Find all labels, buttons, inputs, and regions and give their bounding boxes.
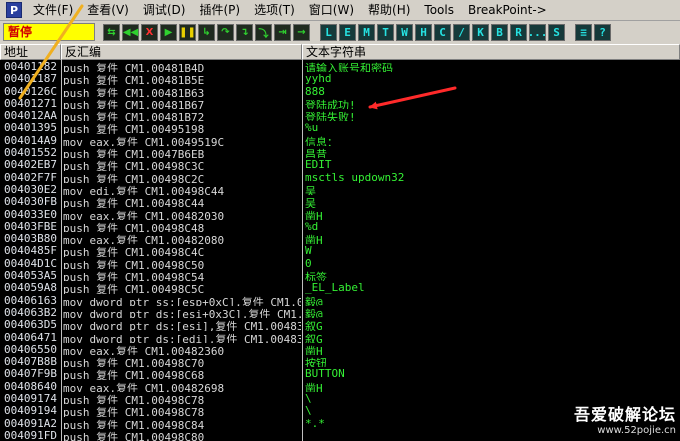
red-arrow-icon	[368, 86, 457, 110]
annotation-overlay	[18, 4, 457, 110]
highlight-arrow-icon	[18, 4, 84, 100]
